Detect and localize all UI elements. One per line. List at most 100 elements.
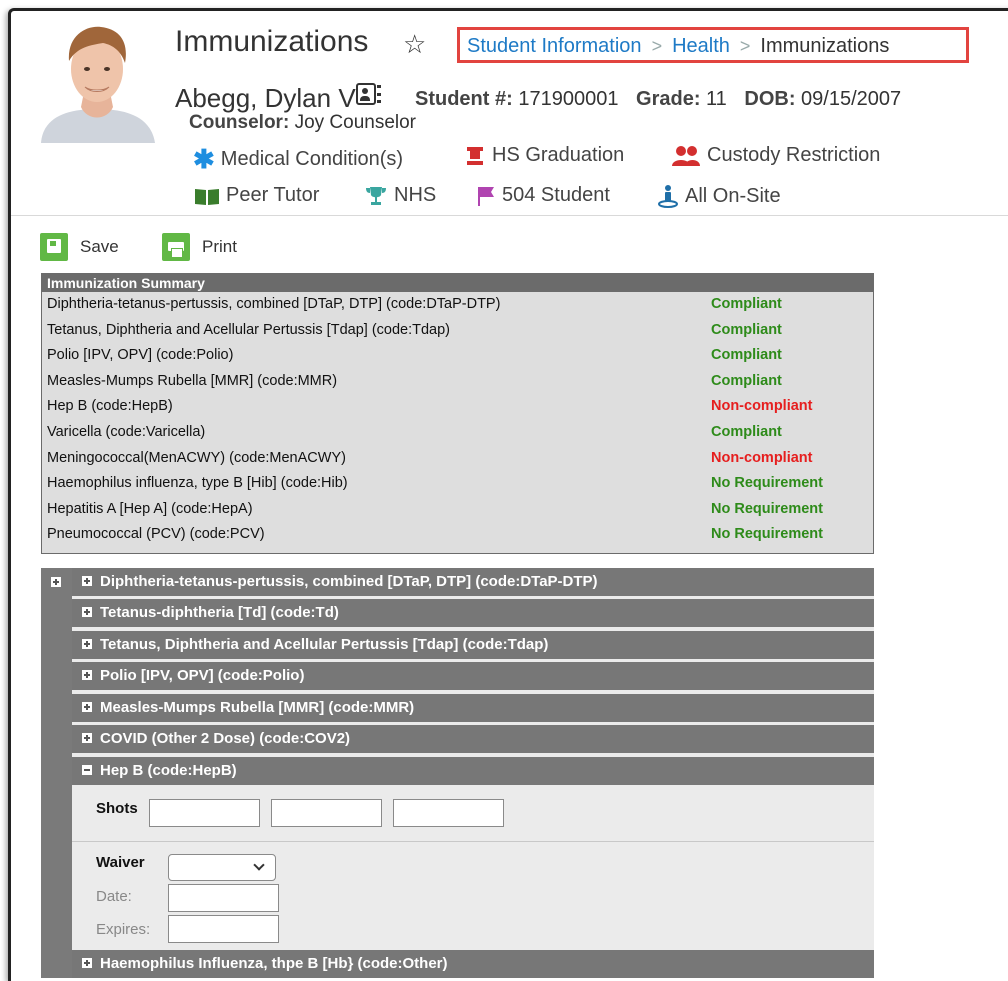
expires-label: Expires: [96,921,151,938]
expand-all-column [41,568,72,978]
flag-icon [478,186,494,206]
breadcrumb-health[interactable]: Health [672,35,730,57]
vaccine-name: Varicella (code:Varicella) [47,423,206,440]
summary-row: Diphtheria-tetanus-pertussis, combined [… [42,292,873,318]
expand-icon [82,701,92,712]
accordion-item-td[interactable]: Tetanus-diphtheria [Td] (code:Td) [72,599,874,627]
status-text: Non-compliant [711,449,813,466]
flag-nhs[interactable]: NHS [364,184,436,207]
contact-card-icon[interactable] [356,83,376,105]
accordion-item-label: Hep B (code:HepB) [100,762,237,779]
header-divider [11,215,1008,216]
vaccine-name: Hepatitis A [Hep A] (code:HepA) [47,500,253,517]
expand-icon [82,606,92,617]
vaccine-name: Pneumococcal (PCV) (code:PCV) [47,526,265,543]
status-text: No Requirement [711,500,823,517]
shot-date-input-3[interactable] [393,799,504,827]
print-icon [162,233,190,261]
summary-row: Meningococcal(MenACWY) (code:MenACWY) Non… [42,446,873,472]
star-icon[interactable]: ☆ [403,29,426,60]
save-button[interactable]: Save [40,233,119,261]
immunization-accordion: Diphtheria-tetanus-pertussis, combined [… [41,568,874,978]
flag-medical-condition[interactable]: ✱ Medical Condition(s) [193,144,403,175]
flag-peer-tutor[interactable]: Peer Tutor [194,184,319,207]
accordion-item-polio[interactable]: Polio [IPV, OPV] (code:Polio) [72,662,874,690]
waiver-date-input[interactable] [168,884,279,912]
flag-label: Custody Restriction [707,144,881,166]
accordion-item-dtap[interactable]: Diphtheria-tetanus-pertussis, combined [… [72,568,874,596]
accordion-item-label: COVID (Other 2 Dose) (code:COV2) [100,730,351,747]
save-icon [40,233,68,261]
chevron-right-icon: > [651,36,663,56]
status-text: Compliant [711,423,782,440]
flag-all-on-site[interactable]: All On-Site [657,184,781,208]
status-text: Compliant [711,321,782,338]
status-text: No Requirement [711,526,823,543]
breadcrumb-immunizations: Immunizations [760,35,890,57]
panel-divider [72,841,874,842]
breadcrumb: Student Information > Health > Immunizations [457,27,969,63]
flag-label: Medical Condition(s) [220,148,404,170]
book-icon [195,188,219,205]
status-text: Non-compliant [711,398,813,415]
vaccine-name: Diphtheria-tetanus-pertussis, combined [… [47,296,501,312]
summary-row: Tetanus, Diphtheria and Acellular Pertus… [42,318,873,344]
student-number: 171900001 [518,88,619,110]
student-number-label: Student #: [415,88,513,110]
accordion-item-label: Haemophilus Influenza, thpe B [Hb} (code… [100,955,448,972]
accordion-item-hepb[interactable]: Hep B (code:HepB) [72,757,874,785]
accordion-item-label: Tetanus, Diphtheria and Acellular Pertus… [100,636,549,653]
waiver-expires-input[interactable] [168,915,279,943]
shots-label: Shots [96,800,138,817]
accordion-item-hib[interactable]: Haemophilus Influenza, thpe B [Hb} (code… [72,950,874,978]
vaccine-name: Measles-Mumps Rubella [MMR] (code:MMR) [47,372,338,389]
graduation-cap-icon [467,146,483,165]
app-window: Immunizations ☆ Student Information > Heal… [8,8,1008,981]
expand-icon [82,732,92,743]
flag-504-student[interactable]: 504 Student [476,184,610,207]
immunization-summary: Immunization Summary Diphtheria-tetanus-… [41,273,874,554]
accordion-item-label: Measles-Mumps Rubella [MMR] (code:MMR) [100,699,415,716]
vaccine-name: Tetanus, Diphtheria and Acellular Pertus… [47,321,450,338]
expand-icon [82,575,92,586]
trophy-icon [366,186,386,205]
expand-icon [82,638,92,649]
expand-all-icon[interactable] [51,577,61,587]
waiver-label: Waiver [96,854,145,871]
flag-label: All On-Site [685,184,781,207]
print-label: Print [202,237,237,256]
chevron-down-icon [253,859,265,871]
vaccine-name: Meningococcal(MenACWY) (code:MenACWY) [47,449,346,466]
contact-card-icon-ticks [377,85,381,103]
status-text: Compliant [711,296,782,312]
flag-custody-restriction[interactable]: Custody Restriction [671,144,880,167]
print-button[interactable]: Print [162,233,237,261]
breadcrumb-student-information[interactable]: Student Information [467,35,642,57]
page-title: Immunizations [175,25,369,58]
student-photo [33,17,161,143]
dob-value: 09/15/2007 [801,88,902,110]
accordion-item-tdap[interactable]: Tetanus, Diphtheria and Acellular Pertus… [72,631,874,659]
accordion-item-mmr[interactable]: Measles-Mumps Rubella [MMR] (code:MMR) [72,694,874,722]
status-text: Compliant [711,347,782,364]
date-label: Date: [96,888,132,905]
summary-row: Varicella (code:Varicella) Compliant [42,420,873,446]
expand-icon [82,669,92,680]
summary-row: Polio [IPV, OPV] (code:Polio) Compliant [42,343,873,369]
shot-date-input-2[interactable] [271,799,382,827]
summary-row: Haemophilus influenza, type B [Hib] (cod… [42,471,873,497]
flag-hs-graduation[interactable]: HS Graduation [464,144,624,167]
student-meta: Student #: 171900001 Grade: 11 DOB: 09/1… [415,88,901,111]
vaccine-name: Polio [IPV, OPV] (code:Polio) [47,347,234,364]
flag-label: 504 Student [502,184,610,206]
counselor-label: Counselor: [189,112,290,133]
shot-date-input-1[interactable] [149,799,260,827]
dob-label: DOB: [744,88,796,110]
accordion-item-label: Tetanus-diphtheria [Td] (code:Td) [100,604,339,621]
summary-row: Hepatitis A [Hep A] (code:HepA) No Requir… [42,497,873,523]
accordion-item-covid[interactable]: COVID (Other 2 Dose) (code:COV2) [72,725,874,753]
chevron-right-icon: > [739,36,751,56]
waiver-select[interactable] [168,854,276,881]
flag-label: HS Graduation [492,144,625,166]
summary-row: Hep B (code:HepB) Non-compliant [42,394,873,420]
